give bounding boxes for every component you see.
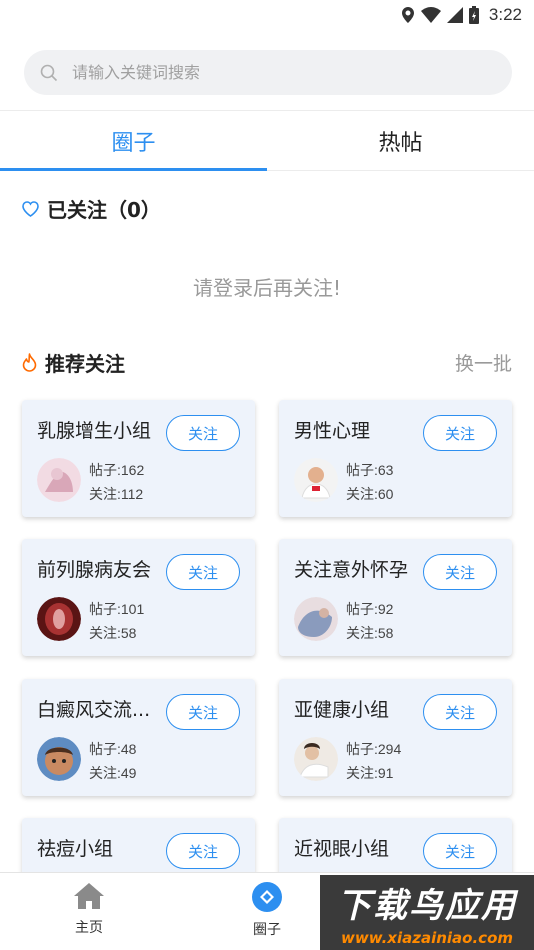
group-title: 前列腺病友会 xyxy=(37,559,152,581)
status-bar: 3:22 xyxy=(0,0,534,30)
follow-button[interactable]: 关注 xyxy=(423,694,497,730)
heart-icon xyxy=(22,200,39,217)
nav-home-label: 主页 xyxy=(75,920,103,936)
group-title: 乳腺增生小组 xyxy=(37,420,152,442)
tab-circles[interactable]: 圈子 xyxy=(0,111,267,171)
follow-count: 关注:58 xyxy=(346,625,394,641)
post-count: 帖子:162 xyxy=(89,462,145,478)
search-bar[interactable] xyxy=(24,50,512,95)
follow-button[interactable]: 关注 xyxy=(423,833,497,869)
status-time: 3:22 xyxy=(488,5,522,24)
watermark-logo: 下载鸟应用 www.xiazainiao.com xyxy=(320,875,534,950)
post-count: 帖子:92 xyxy=(346,601,394,617)
follow-count: 关注:60 xyxy=(346,486,394,502)
group-card[interactable]: 亚健康小组 关注 帖子:294 关注:91 xyxy=(279,679,512,796)
post-count: 帖子:63 xyxy=(346,462,394,478)
recommend-header: 推荐关注 xyxy=(22,348,125,377)
group-title: 亚健康小组 xyxy=(294,699,390,721)
group-stats: 帖子:92 关注:58 xyxy=(346,597,393,645)
follow-count: 关注:58 xyxy=(89,625,137,641)
follow-button[interactable]: 关注 xyxy=(423,415,497,451)
group-card[interactable]: 男性心理 关注 帖子:63 关注:60 xyxy=(279,400,512,517)
group-stats: 帖子:162 关注:112 xyxy=(89,458,144,506)
avatar xyxy=(294,597,338,641)
tab-hot-posts[interactable]: 热帖 xyxy=(267,111,534,170)
recommend-title: 推荐关注 xyxy=(45,352,125,376)
group-stats: 帖子:101 关注:58 xyxy=(89,597,144,645)
follow-count: 关注:49 xyxy=(89,765,137,781)
follow-button[interactable]: 关注 xyxy=(166,554,240,590)
group-card[interactable]: 前列腺病友会 关注 帖子:101 关注:58 xyxy=(22,539,255,656)
battery-icon xyxy=(468,6,479,24)
follow-button[interactable]: 关注 xyxy=(166,833,240,869)
follow-button[interactable]: 关注 xyxy=(166,694,240,730)
group-stats: 帖子:294 关注:91 xyxy=(346,737,401,785)
refresh-button[interactable]: 换一批 xyxy=(455,349,512,376)
login-hint[interactable]: 请登录后再关注! xyxy=(0,272,534,301)
follow-count: 关注:91 xyxy=(346,765,394,781)
wifi-icon xyxy=(420,7,441,23)
nav-circles-label: 圈子 xyxy=(253,922,281,938)
signal-icon xyxy=(446,7,463,23)
avatar xyxy=(37,597,81,641)
group-title: 男性心理 xyxy=(294,420,371,442)
avatar xyxy=(37,458,81,502)
group-stats: 帖子:63 关注:60 xyxy=(346,458,393,506)
follow-count: 关注:112 xyxy=(89,486,144,502)
nav-circles[interactable]: 圈子 xyxy=(227,881,307,939)
group-title: 关注意外怀孕 xyxy=(294,559,409,581)
group-title: 白癜风交流... xyxy=(37,699,151,721)
post-count: 帖子:101 xyxy=(89,601,145,617)
followed-title: 已关注（0） xyxy=(47,198,161,222)
followed-header: 已关注（0） xyxy=(22,194,161,223)
avatar xyxy=(37,737,81,781)
watermark-url: www.xiazainiao.com xyxy=(340,929,514,947)
group-card[interactable]: 关注意外怀孕 关注 帖子:92 关注:58 xyxy=(279,539,512,656)
watermark-title: 下载鸟应用 xyxy=(337,886,517,926)
fire-icon xyxy=(22,353,37,372)
follow-button[interactable]: 关注 xyxy=(423,554,497,590)
avatar xyxy=(294,458,338,502)
group-stats: 帖子:48 关注:49 xyxy=(89,737,136,785)
location-icon xyxy=(401,7,414,23)
search-icon xyxy=(40,64,58,81)
post-count: 帖子:294 xyxy=(346,741,402,757)
group-card[interactable]: 乳腺增生小组 关注 帖子:162 关注:112 xyxy=(22,400,255,517)
group-title: 近视眼小组 xyxy=(294,838,390,860)
nav-home[interactable]: 主页 xyxy=(49,881,129,937)
group-card[interactable]: 白癜风交流... 关注 帖子:48 关注:49 xyxy=(22,679,255,796)
circle-icon xyxy=(252,882,282,912)
group-title: 祛痘小组 xyxy=(37,838,114,860)
tab-bar: 圈子 热帖 xyxy=(0,111,534,171)
home-icon xyxy=(74,883,104,909)
follow-button[interactable]: 关注 xyxy=(166,415,240,451)
search-input[interactable] xyxy=(72,63,492,82)
post-count: 帖子:48 xyxy=(89,741,137,757)
status-icons: 3:22 xyxy=(401,5,522,25)
avatar xyxy=(294,737,338,781)
